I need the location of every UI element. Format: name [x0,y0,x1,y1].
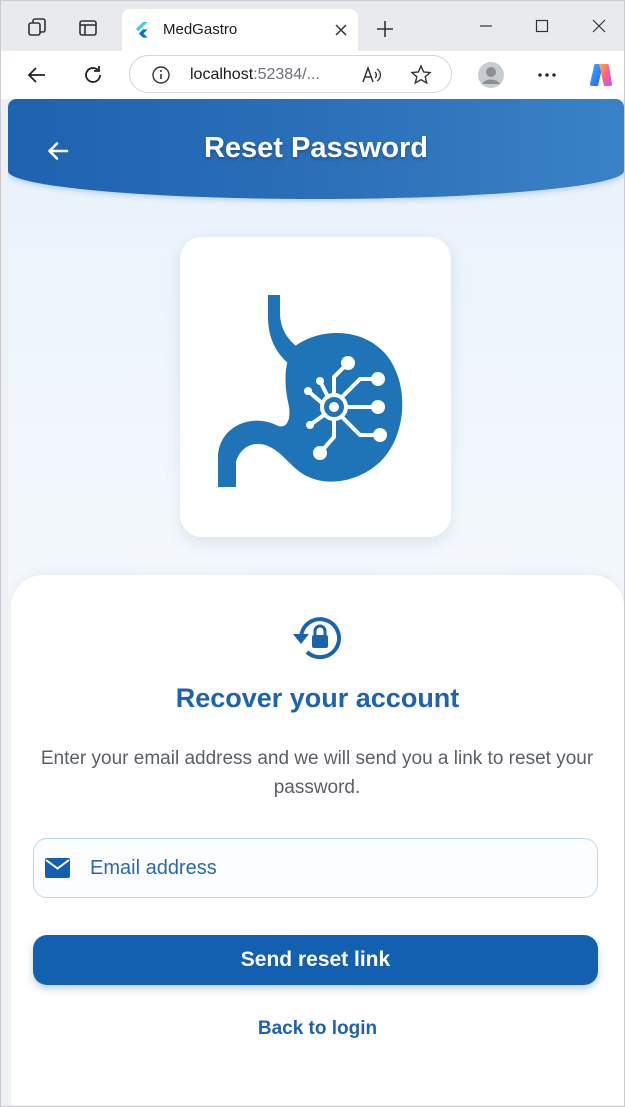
tab-actions-icon[interactable] [23,14,51,42]
copilot-icon[interactable] [585,59,617,91]
recover-title: Recover your account [175,683,460,713]
read-aloud-icon[interactable] [360,64,382,86]
mail-icon [45,858,70,878]
address-bar[interactable]: localhost:52384/... [129,55,452,93]
logo-card [180,237,451,537]
reset-form-card: Recover your account Enter your email ad… [11,575,624,1105]
url-host: localhost [190,66,254,83]
app-bar: Reset Password [8,99,624,199]
tab-title: MedGastro [163,21,238,38]
email-field[interactable] [33,838,598,898]
info-icon[interactable] [150,64,172,86]
url-text: localhost:52384/... [190,66,320,84]
vertical-tabs-icon[interactable] [74,14,102,42]
maximize-icon[interactable] [522,11,562,41]
browser-window: MedGastro localhost:52384/... Reset Pass… [0,0,625,1107]
window-close-icon[interactable] [579,11,619,41]
tab-strip: MedGastro [1,1,624,51]
lock-reset-icon [293,617,341,660]
send-reset-link-button[interactable]: Send reset link [33,935,598,985]
close-icon[interactable] [332,21,350,39]
back-to-login-link[interactable]: Back to login [11,1018,624,1040]
stomach-circuit-logo [218,295,403,487]
browser-toolbar: localhost:52384/... [1,51,624,99]
more-options-icon[interactable] [531,59,563,91]
refresh-icon[interactable] [77,59,109,91]
page-viewport: Reset Password Recover your account Ente… [8,99,624,1105]
email-input[interactable] [88,851,568,885]
back-arrow-icon[interactable] [21,59,53,91]
minimize-icon[interactable] [466,11,506,41]
page-title: Reset Password [203,132,429,164]
flutter-favicon [134,21,150,39]
recover-description: Enter your email address and we will sen… [40,748,594,798]
url-rest: :52384/... [253,66,320,83]
profile-avatar-icon[interactable] [475,59,507,91]
plus-icon[interactable] [371,15,399,43]
browser-tab[interactable]: MedGastro [122,9,358,51]
favorite-star-icon[interactable] [410,64,432,86]
